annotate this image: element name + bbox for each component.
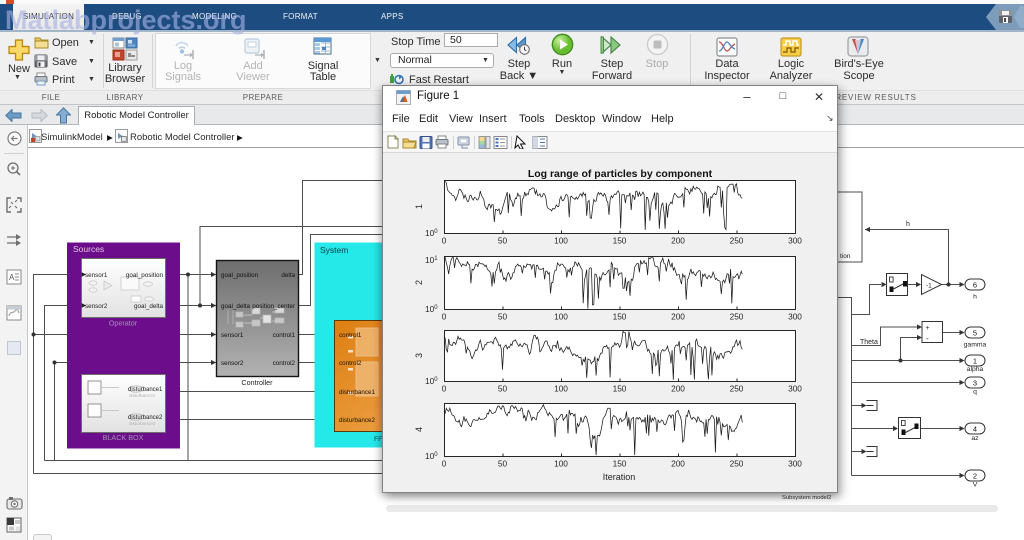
svg-text:250: 250	[730, 459, 744, 469]
svg-text:3: 3	[414, 353, 424, 358]
svg-text:2: 2	[973, 471, 977, 480]
svg-text:h: h	[973, 294, 977, 301]
svg-text:Iteration: Iteration	[603, 472, 636, 482]
svg-text:+: +	[926, 325, 930, 332]
svg-text:alpha: alpha	[967, 366, 984, 373]
svg-text:3: 3	[973, 378, 977, 387]
svg-text:tion: tion	[840, 253, 851, 260]
svg-text:6: 6	[973, 280, 977, 289]
svg-text:1: 1	[414, 204, 424, 209]
svg-text:300: 300	[788, 236, 802, 246]
svg-text:100: 100	[554, 312, 568, 322]
svg-text:100: 100	[554, 459, 568, 469]
svg-text:control1: control1	[339, 332, 362, 339]
svg-text:100: 100	[425, 228, 438, 238]
svg-text:50: 50	[498, 459, 508, 469]
svg-text:101: 101	[425, 255, 438, 265]
svg-text:250: 250	[730, 384, 744, 394]
svg-text:Theta: Theta	[860, 339, 878, 346]
svg-text:200: 200	[671, 312, 685, 322]
svg-text:q: q	[973, 389, 977, 396]
svg-text:BLACK BOX: BLACK BOX	[103, 433, 144, 442]
svg-text:h: h	[906, 221, 910, 228]
svg-text:250: 250	[730, 236, 744, 246]
svg-text:sensor1: sensor1	[85, 272, 108, 279]
svg-text:150: 150	[613, 384, 627, 394]
svg-text:200: 200	[671, 459, 685, 469]
svg-text:150: 150	[613, 312, 627, 322]
svg-text:goal_position: goal_position	[221, 272, 259, 279]
svg-text:4: 4	[414, 427, 424, 432]
svg-text:control2: control2	[273, 360, 296, 367]
svg-text:5: 5	[973, 328, 977, 337]
svg-text:Controller: Controller	[241, 378, 273, 387]
svg-text:300: 300	[788, 384, 802, 394]
svg-text:goal_delta: goal_delta	[221, 303, 251, 310]
svg-text:disturbance2: disturbance2	[339, 417, 376, 424]
svg-text:Log range of particles by comp: Log range of particles by component	[528, 168, 713, 180]
svg-text:disturbance2: disturbance2	[129, 421, 156, 426]
svg-text:150: 150	[613, 459, 627, 469]
svg-text:-1: -1	[926, 283, 932, 290]
svg-text:System: System	[320, 245, 348, 255]
svg-text:300: 300	[788, 312, 802, 322]
svg-text:100: 100	[425, 376, 438, 386]
svg-text:Operator: Operator	[109, 319, 138, 328]
svg-text:V: V	[973, 482, 978, 489]
svg-text:100: 100	[425, 304, 438, 314]
svg-text:200: 200	[671, 236, 685, 246]
svg-text:goal_position: goal_position	[126, 272, 164, 279]
svg-text:2: 2	[414, 280, 424, 285]
svg-text:disturbance1: disturbance1	[129, 393, 156, 398]
svg-text:0: 0	[442, 236, 447, 246]
svg-text:delta: delta	[281, 272, 295, 279]
svg-text:position_center: position_center	[252, 303, 295, 310]
svg-text:control1: control1	[273, 332, 296, 339]
svg-text:0: 0	[442, 384, 447, 394]
svg-text:0: 0	[442, 312, 447, 322]
svg-text:sensor2: sensor2	[221, 360, 244, 367]
svg-text:az: az	[971, 435, 979, 442]
svg-text:Sources: Sources	[73, 244, 104, 254]
svg-text:100: 100	[554, 384, 568, 394]
svg-text:50: 50	[498, 312, 508, 322]
svg-text:-: -	[926, 334, 929, 343]
svg-text:sensor1: sensor1	[221, 332, 244, 339]
svg-text:disturbance1: disturbance1	[339, 389, 376, 396]
svg-text:gamma: gamma	[964, 342, 987, 349]
svg-text:sensor2: sensor2	[85, 303, 108, 310]
svg-text:50: 50	[498, 236, 508, 246]
svg-text:Subsystem model2: Subsystem model2	[782, 495, 831, 501]
svg-text:100: 100	[554, 236, 568, 246]
svg-text:150: 150	[613, 236, 627, 246]
svg-text:200: 200	[671, 384, 685, 394]
svg-text:100: 100	[425, 451, 438, 461]
svg-text:4: 4	[973, 424, 977, 433]
svg-text:50: 50	[498, 384, 508, 394]
svg-text:300: 300	[788, 459, 802, 469]
svg-text:control2: control2	[339, 360, 362, 367]
svg-text:250: 250	[730, 312, 744, 322]
svg-text:1: 1	[973, 356, 977, 365]
svg-text:0: 0	[442, 459, 447, 469]
svg-text:goal_delta: goal_delta	[134, 303, 164, 310]
